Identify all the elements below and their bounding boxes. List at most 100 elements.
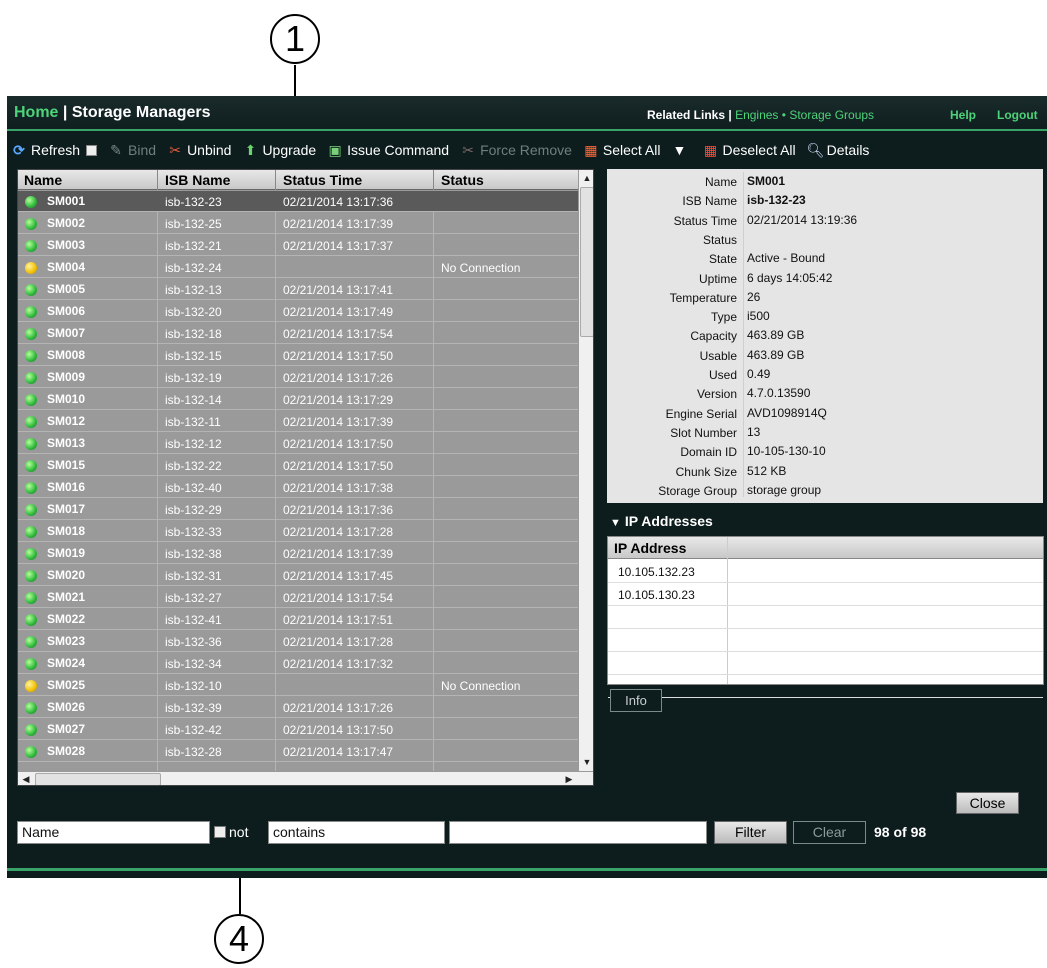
detail-value: 02/21/2014 13:19:36 [747, 212, 858, 227]
status-dot-icon [25, 372, 37, 384]
logout-link[interactable]: Logout [997, 108, 1038, 122]
detail-label: Status Time [673, 213, 737, 228]
details-button[interactable]: 🔍︎ Details [807, 142, 870, 158]
column-header-status-time[interactable]: Status Time [283, 172, 362, 188]
detail-label: Name [704, 175, 737, 189]
detail-row: Engine Serial AVD1098914Q [607, 405, 1043, 423]
storage-groups-link[interactable]: Storage Groups [789, 108, 874, 122]
table-row[interactable]: SM001 isb-132-23 02/21/2014 13:17:36 [18, 191, 578, 212]
detail-label: Usable [699, 348, 737, 363]
scroll-right-icon[interactable]: ▶ [561, 772, 577, 785]
home-link[interactable]: Home [14, 104, 58, 121]
help-link[interactable]: Help [950, 108, 976, 122]
detail-row: Used 0.49 [607, 366, 1043, 384]
unbind-icon: ✂ [169, 142, 181, 158]
refresh-button[interactable]: ⟳ Refresh [11, 142, 98, 158]
table-row[interactable]: SM009 isb-132-19 02/21/2014 13:17:26 [18, 367, 578, 388]
scroll-thumb[interactable] [580, 187, 593, 337]
table-row[interactable]: SM026 isb-132-39 02/21/2014 13:17:26 [18, 697, 578, 718]
filter-button[interactable]: Filter [714, 821, 787, 844]
scroll-up-icon[interactable]: ▲ [579, 170, 593, 186]
table-row[interactable]: SM017 isb-132-29 02/21/2014 13:17:36 [18, 499, 578, 520]
cell-name: SM012 [47, 414, 86, 428]
table-row[interactable]: SM013 isb-132-12 02/21/2014 13:17:50 [18, 433, 578, 454]
ip-row[interactable]: 10.105.130.23 [608, 583, 1043, 606]
close-button[interactable]: Close [956, 792, 1019, 814]
filter-operator-select[interactable]: contains [268, 821, 445, 844]
select-all-button[interactable]: ▦ Select All [583, 142, 660, 158]
detail-value: 10-105-130-10 [747, 444, 826, 459]
detail-row: ISB Name isb-132-23 [607, 192, 1043, 210]
cell-status-time: 02/21/2014 13:17:37 [283, 239, 394, 253]
cell-isb-name: isb-132-22 [165, 459, 222, 473]
ip-row[interactable] [608, 629, 1043, 652]
table-row[interactable]: SM007 isb-132-18 02/21/2014 13:17:54 [18, 323, 578, 344]
table-row[interactable]: SM024 isb-132-34 02/21/2014 13:17:32 [18, 653, 578, 674]
table-row[interactable]: SM021 isb-132-27 02/21/2014 13:17:54 [18, 587, 578, 608]
detail-value: 6 days 14:05:42 [747, 270, 833, 285]
table-row[interactable]: SM027 isb-132-42 02/21/2014 13:17:50 [18, 719, 578, 740]
cell-name: SM004 [47, 260, 86, 274]
ip-row[interactable] [608, 652, 1043, 675]
scroll-left-icon[interactable]: ◀ [18, 772, 34, 785]
ip-row[interactable]: 10.105.132.23 [608, 560, 1043, 583]
deselect-all-button[interactable]: ▦ Deselect All [702, 142, 796, 158]
horizontal-scrollbar[interactable]: ◀ ▶ [18, 771, 593, 785]
bind-button[interactable]: ✎ Bind [108, 142, 156, 158]
info-button[interactable]: Info [610, 689, 662, 712]
ip-row[interactable] [608, 606, 1043, 629]
clear-button[interactable]: Clear [793, 821, 866, 844]
table-row[interactable]: SM020 isb-132-31 02/21/2014 13:17:45 [18, 565, 578, 586]
table-row[interactable]: SM008 isb-132-15 02/21/2014 13:17:50 [18, 345, 578, 366]
select-all-dropdown[interactable]: ▼ [671, 142, 691, 158]
detail-value: i500 [747, 309, 770, 324]
ip-row[interactable] [608, 675, 1043, 698]
cell-status-time: 02/21/2014 13:17:39 [283, 547, 394, 561]
table-row[interactable]: SM015 isb-132-22 02/21/2014 13:17:50 [18, 455, 578, 476]
table-row[interactable]: SM018 isb-132-33 02/21/2014 13:17:28 [18, 521, 578, 542]
column-header-name[interactable]: Name [24, 172, 62, 188]
column-header-status[interactable]: Status [441, 172, 484, 188]
table-row[interactable]: SM012 isb-132-11 02/21/2014 13:17:39 [18, 411, 578, 432]
table-row[interactable]: SM002 isb-132-25 02/21/2014 13:17:39 [18, 213, 578, 234]
filter-value-input[interactable] [449, 821, 707, 844]
status-dot-icon [25, 702, 37, 714]
table-row[interactable]: SM028 isb-132-28 02/21/2014 13:17:47 [18, 741, 578, 762]
detail-value: isb-132-23 [747, 193, 806, 208]
cell-status-time: 02/21/2014 13:17:47 [283, 745, 394, 759]
scroll-thumb[interactable] [35, 773, 161, 785]
table-row[interactable]: SM025 isb-132-10 No Connection [18, 675, 578, 696]
scroll-down-icon[interactable]: ▼ [579, 754, 593, 770]
force-remove-button[interactable]: ✂ Force Remove [460, 142, 572, 158]
table-row[interactable]: SM006 isb-132-20 02/21/2014 13:17:49 [18, 301, 578, 322]
table-row[interactable]: SM010 isb-132-14 02/21/2014 13:17:29 [18, 389, 578, 410]
table-row[interactable]: SM023 isb-132-36 02/21/2014 13:17:28 [18, 631, 578, 652]
engines-link[interactable]: Engines [735, 108, 778, 122]
detail-value: 0.49 [747, 367, 771, 381]
not-checkbox[interactable] [214, 826, 226, 838]
filter-field-select[interactable]: Name [17, 821, 210, 844]
cell-status-time: 02/21/2014 13:17:50 [283, 349, 394, 363]
table-row[interactable]: SM016 isb-132-40 02/21/2014 13:17:38 [18, 477, 578, 498]
chevron-down-icon: ▼ [672, 142, 687, 158]
detail-label: Chunk Size [675, 464, 737, 479]
issue-command-button[interactable]: ▣ Issue Command [327, 142, 450, 158]
status-dot-icon [25, 350, 37, 362]
table-row[interactable]: SM019 isb-132-38 02/21/2014 13:17:39 [18, 543, 578, 564]
column-header-isb-name[interactable]: ISB Name [165, 172, 230, 188]
column-divider[interactable] [157, 170, 158, 190]
upgrade-button[interactable]: ⬆ Upgrade [242, 142, 317, 158]
table-row[interactable]: SM003 isb-132-21 02/21/2014 13:17:37 [18, 235, 578, 256]
cell-status-time: 02/21/2014 13:17:26 [283, 371, 394, 385]
column-header-ip-address[interactable]: IP Address [614, 540, 686, 556]
unbind-button[interactable]: ✂ Unbind [167, 142, 231, 158]
table-row[interactable]: SM022 isb-132-41 02/21/2014 13:17:51 [18, 609, 578, 630]
ip-addresses-section-toggle[interactable]: ▼ IP Addresses [610, 513, 713, 529]
column-divider[interactable] [275, 170, 276, 190]
table-row[interactable]: SM005 isb-132-13 02/21/2014 13:17:41 [18, 279, 578, 300]
vertical-scrollbar[interactable]: ▲ ▼ [578, 170, 593, 771]
detail-label: Temperature [669, 290, 737, 305]
table-row[interactable]: SM004 isb-132-24 No Connection [18, 257, 578, 278]
detail-row: Chunk Size 512 KB [607, 463, 1043, 481]
column-divider[interactable] [433, 170, 434, 190]
